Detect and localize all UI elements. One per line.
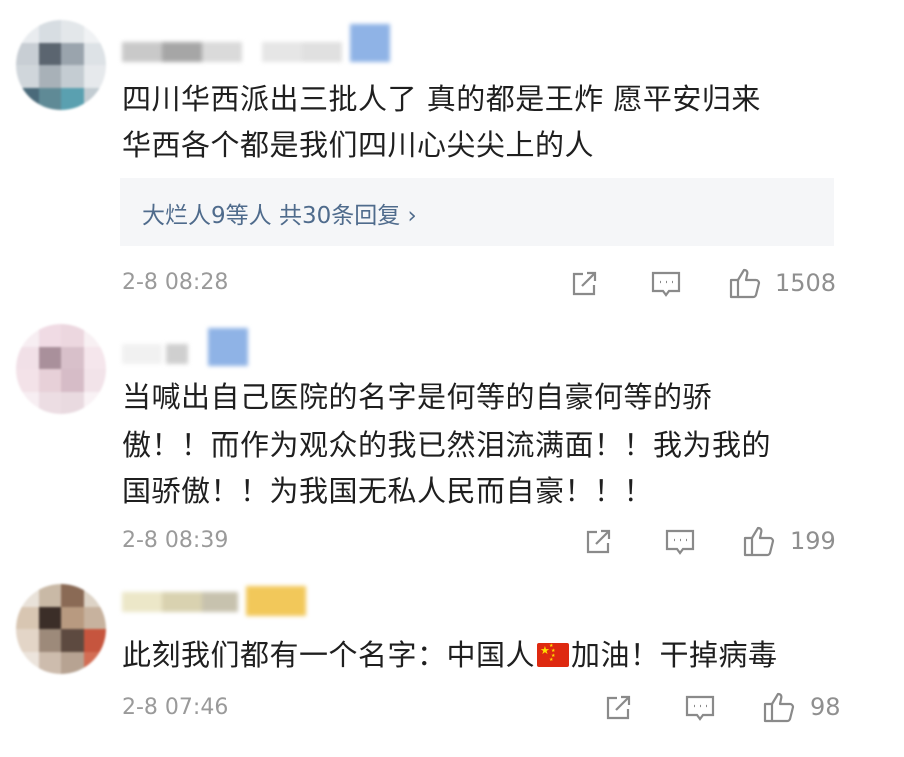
comment-icon [665, 529, 695, 555]
comment-button[interactable] [680, 690, 720, 726]
avatar[interactable] [16, 584, 106, 674]
like-count: 1508 [775, 269, 837, 297]
china-flag-emoji: ★ ★ ★ ★ ★ [537, 643, 570, 667]
comment-time: 2-8 08:28 [122, 270, 229, 295]
like-button[interactable] [760, 688, 798, 726]
username-redacted[interactable] [122, 24, 392, 62]
share-button[interactable] [566, 266, 602, 302]
username-redacted[interactable] [122, 586, 322, 616]
share-button[interactable] [580, 524, 616, 560]
like-count: 98 [810, 693, 841, 721]
comment-1: 四川华西派出三批人了 真的都是王炸 愿平安归来 华西各个都是我们四川心尖尖上的人… [0, 0, 904, 320]
comment-text-before: 此刻我们都有一个名字：中国人 [122, 638, 536, 672]
avatar[interactable] [16, 324, 106, 414]
comment-icon [651, 271, 681, 297]
share-button[interactable] [600, 690, 636, 726]
comment-text-line: 当喊出自己医院的名字是何等的自豪何等的骄 [122, 380, 713, 414]
comment-button[interactable] [660, 524, 700, 560]
comment-button[interactable] [646, 266, 686, 302]
username-redacted[interactable] [122, 328, 252, 366]
like-count: 199 [790, 527, 836, 555]
like-button[interactable] [740, 522, 778, 560]
comment-icon [685, 695, 715, 721]
share-icon [586, 529, 611, 554]
like-icon [763, 692, 795, 723]
comment-time: 2-8 08:39 [122, 528, 229, 553]
avatar[interactable] [16, 20, 106, 110]
comment-text-line: 傲！！而作为观众的我已然泪流满面！！我为我的 [122, 428, 772, 462]
like-button[interactable] [726, 264, 764, 302]
replies-summary-link[interactable]: 大烂人9等人 共30条回复 › [142, 196, 417, 230]
comment-time: 2-8 07:46 [122, 695, 229, 720]
share-icon [606, 695, 631, 720]
comment-text-after: 加油！干掉病毒 [571, 638, 778, 672]
comment-text: 此刻我们都有一个名字：中国人 ★ ★ ★ ★ ★ 加油！干掉病毒 [122, 630, 778, 680]
comment-text-line: 华西各个都是我们四川心尖尖上的人 [122, 128, 595, 162]
like-icon [729, 268, 761, 299]
comment-text-line: 国骄傲！！为我国无私人民而自豪！！！ [122, 474, 654, 508]
share-icon [572, 271, 597, 296]
comment-3: 此刻我们都有一个名字：中国人 ★ ★ ★ ★ ★ 加油！干掉病毒 2-8 07:46 98 [0, 570, 904, 757]
like-icon [743, 526, 775, 557]
replies-preview[interactable]: 大烂人9等人 共30条回复 › [120, 178, 834, 246]
comment-text-line: 四川华西派出三批人了 真的都是王炸 愿平安归来 [122, 82, 761, 116]
comment-2: 当喊出自己医院的名字是何等的自豪何等的骄 傲！！而作为观众的我已然泪流满面！！我… [0, 320, 904, 570]
